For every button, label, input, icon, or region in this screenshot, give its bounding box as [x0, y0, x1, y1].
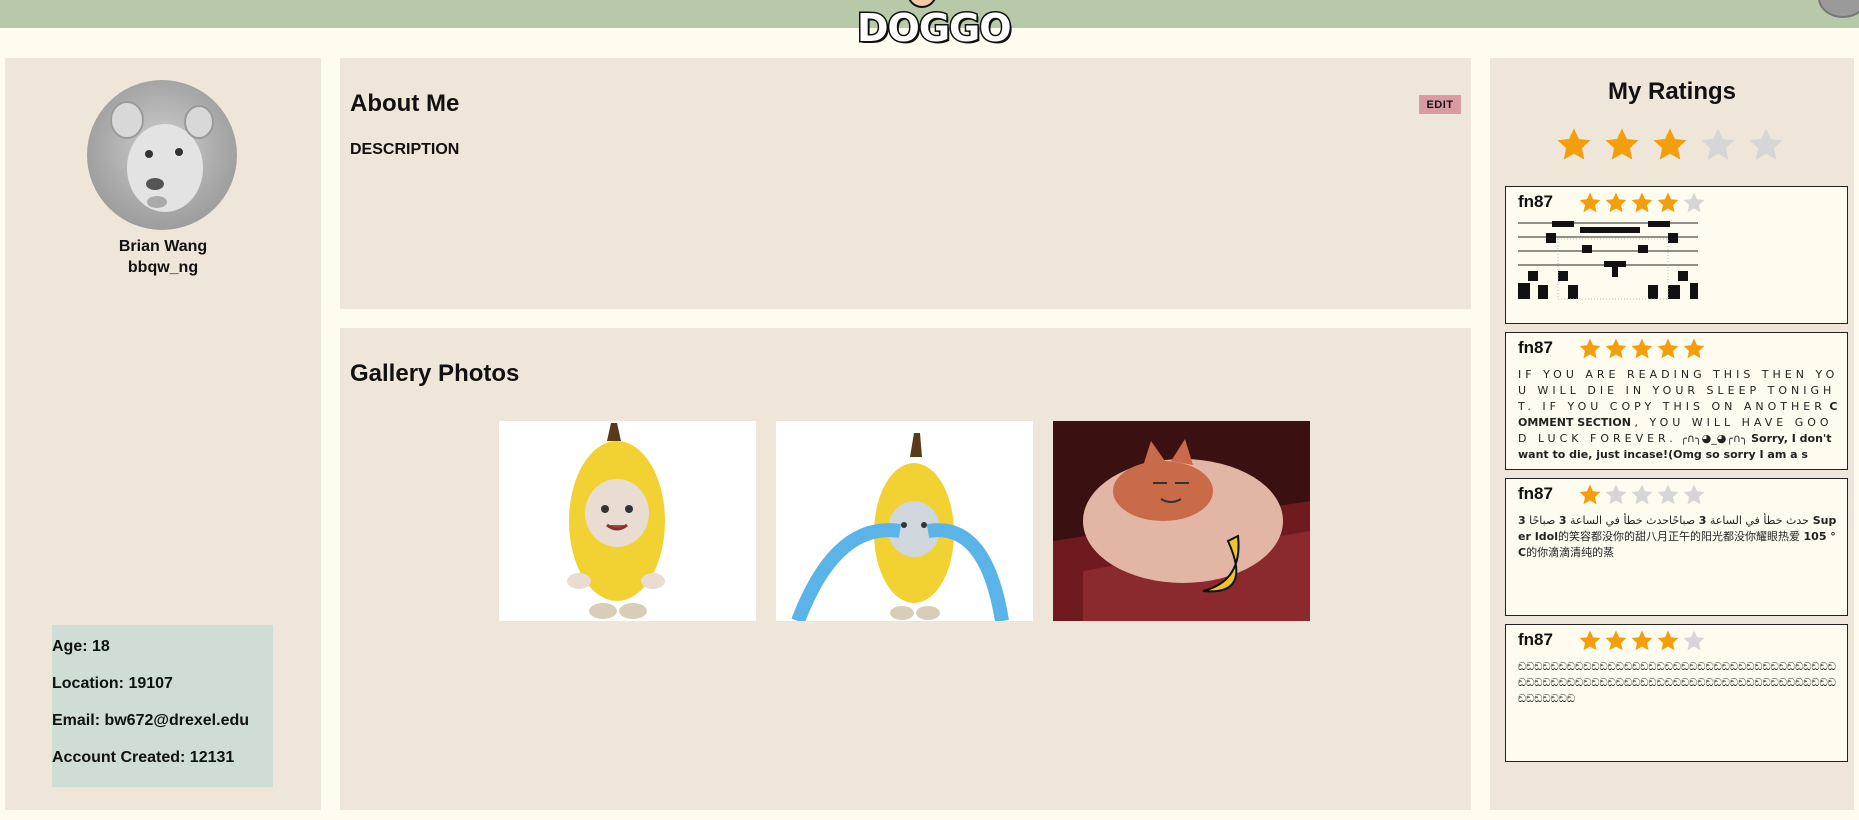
profile-panel: Brian Wang bbqw_ng Age: 18 Location: 191…: [5, 58, 321, 810]
star-empty-icon: [1699, 126, 1747, 170]
review-text: ඞඞඞඞඞඞඞඞඞඞඞඞඞඞඞඞඞඞඞඞඞඞඞඞඞඞඞඞඞඞඞඞඞඞඞඞඞඞඞඞ…: [1518, 660, 1836, 705]
review-username: fn87: [1518, 338, 1553, 357]
star-filled-icon: [1604, 191, 1630, 215]
star-filled-icon: [1630, 337, 1656, 361]
logo-text: DOGGO: [856, 5, 1014, 52]
gallery-photo-blob-cat[interactable]: [1053, 421, 1310, 621]
review-text-emoji: ╭∩╮◕_◕╭∩╮: [1680, 432, 1748, 445]
gallery-title: Gallery Photos: [350, 360, 520, 387]
star-filled-icon: [1604, 629, 1630, 653]
star-filled-icon: [1555, 126, 1603, 170]
review-stars: [1578, 629, 1708, 657]
profile-username: bbqw_ng: [127, 259, 199, 276]
star-filled-icon: [1630, 191, 1656, 215]
review-card: fn87 IF YOU ARE READING THIS THEN YOU WI…: [1505, 332, 1848, 470]
doggo-logo[interactable]: DOGGO: [856, 0, 1014, 56]
star-empty-icon: [1682, 483, 1708, 507]
about-me-title: About Me: [350, 90, 460, 117]
review-text-part: 的你滴滴清纯的蒸: [1526, 546, 1615, 559]
star-filled-icon: [1656, 337, 1682, 361]
review-username: fn87: [1518, 192, 1553, 211]
review-text: حدث خطأ في الساعة 3 صباحًاحدث خطأ في الس…: [1518, 513, 1843, 609]
review-stars: [1578, 483, 1708, 511]
review-card: fn87: [1505, 186, 1848, 324]
star-filled-icon: [1578, 191, 1604, 215]
profile-account-created: Account Created: 12131: [52, 749, 235, 766]
review-text-ascii-art: [1518, 221, 1843, 317]
review-card: fn87 ඞඞඞඞඞඞඞඞඞඞඞඞඞඞඞඞඞඞඞඞඞඞඞඞඞඞඞඞඞඞඞඞඞඞඞ…: [1505, 624, 1848, 762]
star-empty-icon: [1747, 126, 1795, 170]
star-empty-icon: [1682, 191, 1708, 215]
description-label: DESCRIPTION: [350, 141, 460, 158]
review-text-part: صباحًاحدث خطأ في الساعة: [1569, 514, 1696, 527]
about-me-panel: About Me EDIT DESCRIPTION: [340, 58, 1471, 309]
review-stars: [1578, 191, 1708, 219]
profile-full-name: Brian Wang: [118, 238, 208, 255]
star-filled-icon: [1604, 337, 1630, 361]
star-empty-icon: [1604, 483, 1630, 507]
gallery-photo-banana-cat[interactable]: [499, 421, 756, 621]
profile-location: Location: 19107: [52, 675, 173, 692]
review-text-part: صباحًا: [1529, 514, 1556, 527]
profile-info-box: Age: 18 Location: 19107 Email: bw672@dre…: [52, 625, 273, 787]
star-empty-icon: [1630, 483, 1656, 507]
review-card: fn87 حدث خطأ في الساعة 3 صباحًاحدث خطأ ف…: [1505, 478, 1848, 616]
review-text-bold: 3: [1558, 514, 1567, 527]
star-filled-icon: [1656, 629, 1682, 653]
star-filled-icon: [1630, 629, 1656, 653]
review-stars: [1578, 337, 1708, 365]
star-filled-icon: [1578, 337, 1604, 361]
star-filled-icon: [1682, 337, 1708, 361]
edit-button[interactable]: EDIT: [1419, 95, 1461, 114]
review-username: fn87: [1518, 484, 1553, 503]
star-empty-icon: [1656, 483, 1682, 507]
gallery-panel: Gallery Photos: [340, 328, 1471, 810]
review-username: fn87: [1518, 630, 1553, 649]
star-empty-icon: [1682, 629, 1708, 653]
hamster-photo: [110, 101, 214, 212]
review-text: IF YOU ARE READING THIS THEN YOU WILL DI…: [1518, 367, 1843, 463]
overall-rating-stars: [1555, 126, 1795, 170]
profile-picture: [87, 80, 237, 230]
review-text-part: 的笑容都没你的甜八月正午的阳光都没你耀眼热爱: [1558, 530, 1801, 543]
star-filled-icon: [1578, 629, 1604, 653]
review-text-bold: 3: [1698, 514, 1707, 527]
review-text-part: حدث خطأ في الساعة: [1709, 514, 1809, 527]
star-filled-icon: [1651, 126, 1699, 170]
star-filled-icon: [1578, 483, 1604, 507]
ascii-cat-art: [1518, 221, 1698, 300]
my-ratings-title: My Ratings: [1607, 78, 1736, 105]
star-filled-icon: [1603, 126, 1651, 170]
ratings-panel: My Ratings fn87 fn87 IF YOU ARE READING …: [1490, 58, 1854, 810]
profile-email: Email: bw672@drexel.edu: [52, 712, 250, 729]
gallery-photo-crying-banana-cat[interactable]: [776, 421, 1033, 621]
review-text-part: IF YOU ARE READING THIS THEN YOU WILL DI…: [1518, 368, 1839, 413]
star-filled-icon: [1656, 191, 1682, 215]
profile-age: Age: 18: [52, 638, 110, 655]
